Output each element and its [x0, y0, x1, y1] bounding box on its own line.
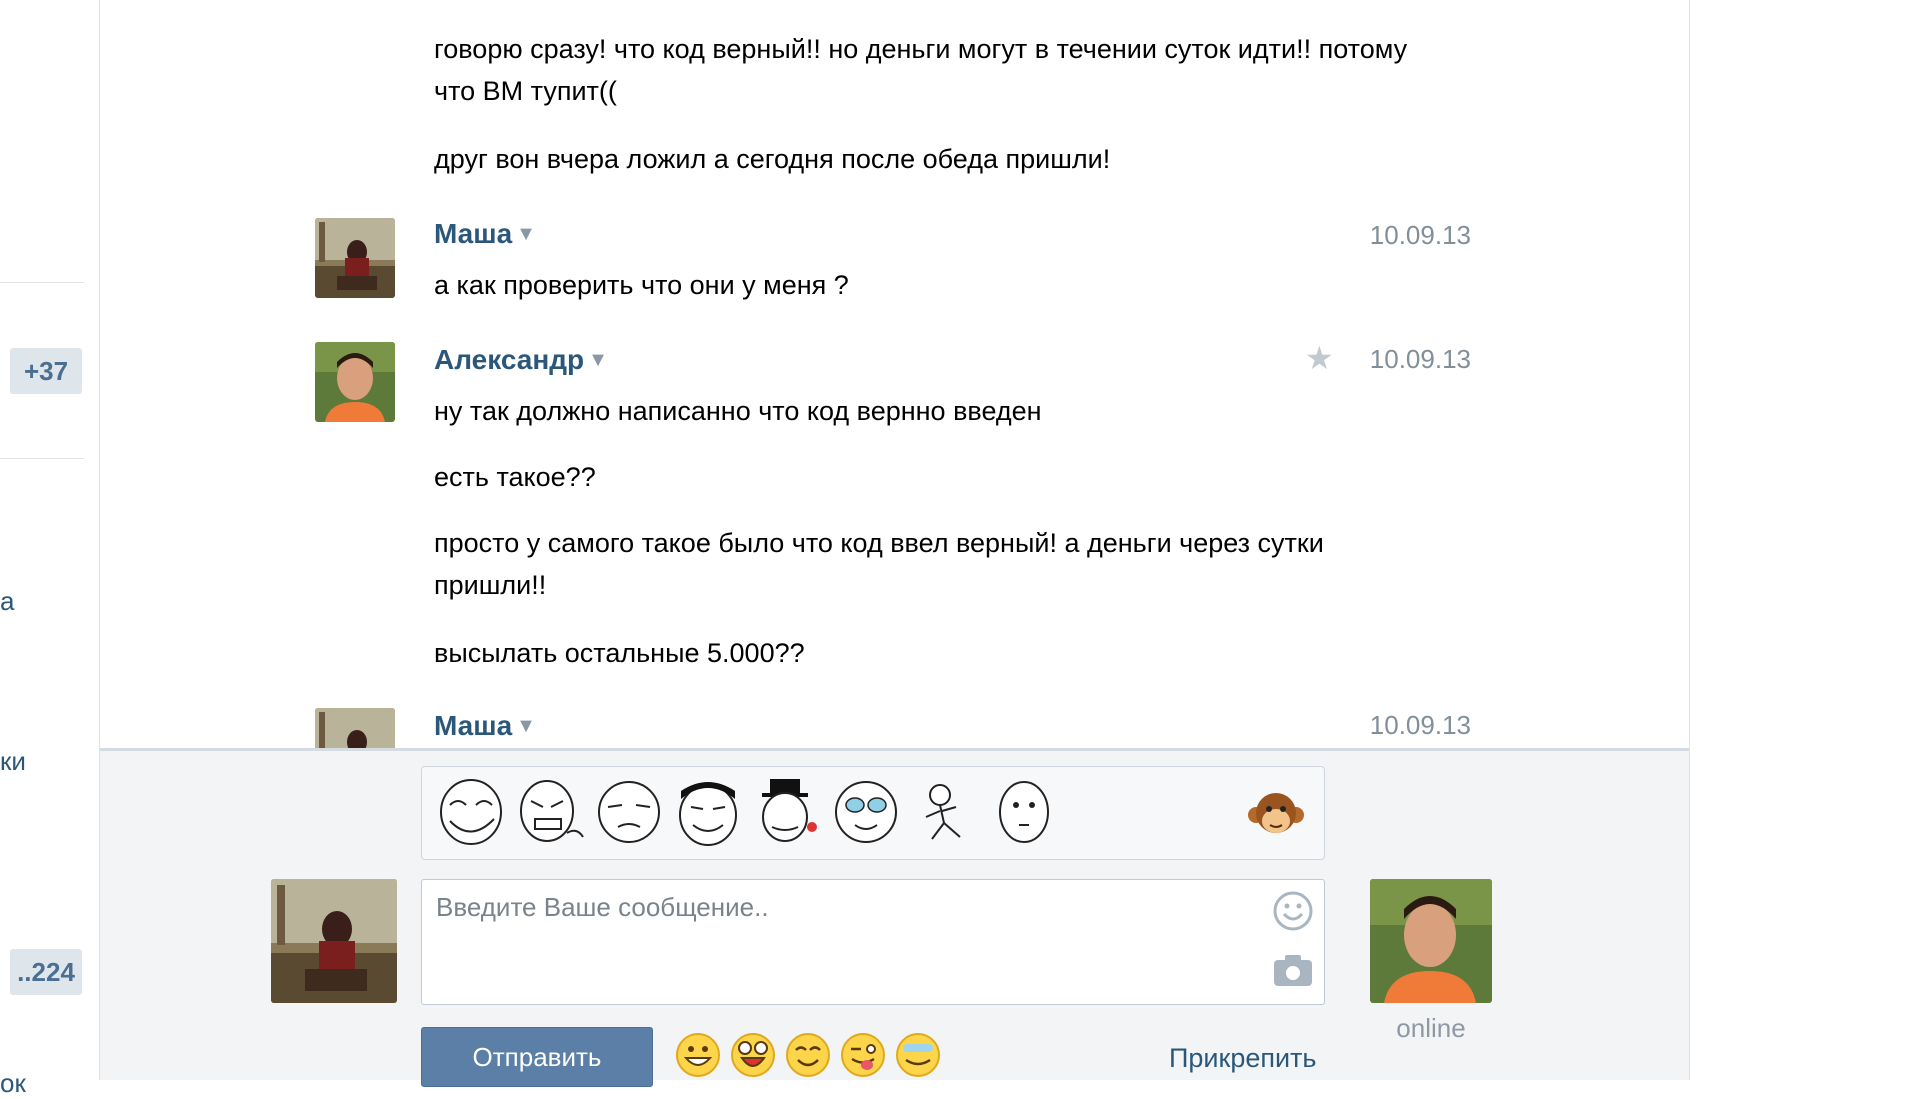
message-text: а как проверить что они у меня ?	[434, 270, 849, 300]
rage-face-sticker[interactable]	[515, 777, 585, 847]
avatar-masha-image	[315, 708, 395, 748]
troll-face-sticker[interactable]	[436, 777, 506, 847]
running-man-sticker[interactable]	[910, 777, 980, 847]
my-avatar-image	[271, 879, 397, 1003]
surprised-emoji[interactable]	[730, 1032, 776, 1078]
message-text: ну так должно написанно что код вернно в…	[434, 396, 1042, 426]
message-text: друг вон вчера ложил а сегодня после обе…	[434, 144, 1111, 174]
sidebar-divider	[0, 458, 84, 459]
sidebar-counter-top[interactable]: +37	[10, 348, 82, 394]
happy-tears-sticker[interactable]	[831, 777, 901, 847]
message-author[interactable]: Александр ▼	[434, 344, 608, 376]
message-text: говорю сразу! что код верный!! но деньги…	[434, 34, 1408, 106]
sidebar-item-fragment[interactable]: ок	[0, 1068, 26, 1099]
message-date: 10.09.13	[1369, 344, 1471, 374]
author-name[interactable]: Маша	[434, 218, 512, 250]
like-a-sir-sticker[interactable]	[752, 777, 822, 847]
star-icon[interactable]: ★	[1305, 342, 1334, 374]
message-list[interactable]: говорю сразу! что код верный!! но деньги…	[100, 0, 1689, 748]
message-date: 10.09.13	[1369, 710, 1471, 740]
grin-emoji[interactable]	[675, 1032, 721, 1078]
message-text: просто у самого такое было что код ввел …	[434, 528, 1324, 600]
camera-icon[interactable]	[1272, 952, 1314, 988]
suspicious-face-sticker[interactable]	[594, 777, 664, 847]
sidebar-counter-bottom[interactable]: ..224	[10, 949, 82, 995]
message-input-box	[421, 879, 1325, 1014]
sidebar-item-fragment[interactable]: ки	[0, 746, 26, 777]
message-text: высылать остальные 5.000??	[434, 638, 805, 668]
sidebar-item-fragment[interactable]: а	[0, 586, 14, 617]
online-status: online	[1396, 1013, 1466, 1043]
contact-avatar-image	[1370, 879, 1492, 1003]
avatar-masha[interactable]	[315, 218, 395, 298]
avatar-aleksandr-image	[315, 342, 395, 422]
message-text: есть такое??	[434, 462, 596, 492]
message-input[interactable]	[422, 880, 1270, 1014]
message-author[interactable]: Маша ▼	[434, 218, 536, 250]
author-name[interactable]: Маша	[434, 710, 512, 742]
chevron-down-icon[interactable]: ▼	[516, 223, 536, 246]
sweat-emoji[interactable]	[895, 1032, 941, 1078]
send-button[interactable]: Отправить	[421, 1027, 653, 1087]
message-date: 10.09.13	[1369, 220, 1471, 250]
sidebar-divider	[0, 282, 84, 283]
attach-link[interactable]: Прикрепить	[1169, 1043, 1317, 1074]
yao-ming-sticker[interactable]	[673, 777, 743, 847]
avatar-masha[interactable]	[315, 708, 395, 748]
message-composer: online Отправить При	[100, 748, 1689, 1087]
sticker-bar	[421, 766, 1325, 860]
poker-face-sticker[interactable]	[989, 777, 1059, 847]
avatar-aleksandr[interactable]	[315, 342, 395, 422]
avatar-masha-image	[315, 218, 395, 298]
left-sidebar: +37 а ки ..224 ок	[0, 0, 99, 1098]
my-avatar[interactable]	[271, 879, 397, 1003]
monkey-icon[interactable]	[1248, 787, 1304, 843]
wink-tongue-emoji[interactable]	[840, 1032, 886, 1078]
chevron-down-icon[interactable]: ▼	[588, 349, 608, 372]
smile-emoji[interactable]	[785, 1032, 831, 1078]
message-author[interactable]: Маша ▼	[434, 710, 536, 742]
chat-panel: говорю сразу! что код верный!! но деньги…	[99, 0, 1690, 1087]
chevron-down-icon[interactable]: ▼	[516, 715, 536, 738]
author-name[interactable]: Александр	[434, 344, 584, 376]
contact-avatar[interactable]	[1370, 879, 1492, 1003]
smile-icon[interactable]	[1272, 890, 1314, 932]
